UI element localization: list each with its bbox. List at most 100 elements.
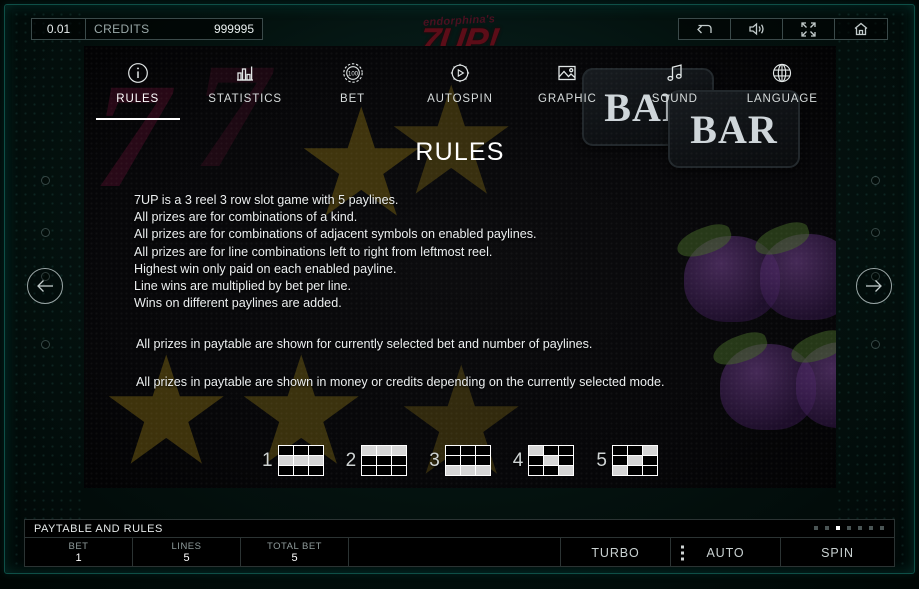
svg-text:100: 100 — [348, 72, 359, 78]
page-dot-active[interactable] — [836, 526, 840, 530]
bet-denomination-value: 0.01 — [32, 19, 86, 39]
spin-button[interactable]: SPIN — [781, 538, 894, 567]
tab-label: SOUND — [651, 93, 698, 105]
rail-marker — [41, 340, 50, 349]
list-item: Line wins are multiplied by bet per line… — [134, 279, 352, 294]
globe-icon — [771, 60, 793, 86]
page-title: RULES — [415, 138, 505, 166]
list-item: All prizes are for combinations of adjac… — [134, 227, 537, 242]
bet-value: 1 — [75, 552, 82, 564]
credit-display: 0.01 CREDITS 999995 — [31, 18, 263, 40]
lines-value: 5 — [183, 552, 190, 564]
casino-chip-icon: 100 — [342, 60, 364, 86]
home-button[interactable] — [835, 19, 887, 39]
rules-panel: 7 7 ★ ★ ★ ★ ★ BAR BAR RULES STATISTICS 1… — [84, 46, 836, 488]
lines-display[interactable]: LINES 5 — [133, 538, 241, 567]
page-dot[interactable] — [847, 526, 851, 530]
bottom-bar-controls: BET 1 LINES 5 TOTAL BET 5 TURBO AUTO SPI… — [25, 538, 894, 567]
rail-marker — [871, 176, 880, 185]
back-arrow-icon — [697, 24, 712, 33]
rail-marker — [41, 228, 50, 237]
payline-grid — [277, 445, 324, 476]
tab-label: BET — [340, 93, 366, 105]
rail-marker — [871, 340, 880, 349]
turbo-button[interactable]: TURBO — [561, 538, 671, 567]
rules-note: All prizes in paytable are shown in mone… — [136, 374, 665, 389]
payline-diagrams: 1 2 3 4 5 — [84, 445, 836, 476]
tab-graphic[interactable]: GRAPHIC — [514, 56, 621, 114]
tab-autospin[interactable]: AUTOSPIN — [406, 56, 513, 114]
list-item: Wins on different paylines are added. — [134, 296, 342, 311]
active-tab-underline — [95, 118, 180, 120]
back-button[interactable] — [679, 19, 731, 39]
next-page-button[interactable] — [856, 268, 892, 304]
page-dot[interactable] — [825, 526, 829, 530]
previous-page-button[interactable] — [27, 268, 63, 304]
arrow-right-icon — [866, 280, 882, 292]
fullscreen-button[interactable] — [783, 19, 835, 39]
image-icon — [556, 60, 578, 86]
autospin-gear-icon — [449, 60, 471, 86]
credits-value: 999995 — [213, 22, 254, 36]
payline-number: 4 — [512, 449, 524, 471]
top-bar: endorphina's 7UP! 0.01 CREDITS 999995 — [12, 10, 907, 61]
tab-rules[interactable]: RULES — [84, 56, 191, 120]
rules-content: RULES 7UP is a 3 reel 3 row slot game wi… — [84, 118, 836, 488]
sound-button[interactable] — [731, 19, 783, 39]
bet-label: BET — [68, 541, 89, 552]
info-circle-icon — [127, 60, 149, 86]
list-item: 7UP is a 3 reel 3 row slot game with 5 p… — [134, 193, 399, 207]
message-area — [349, 538, 561, 567]
payline-number: 2 — [345, 449, 357, 471]
tab-statistics[interactable]: STATISTICS — [191, 56, 298, 114]
paytable-title: PAYTABLE AND RULES — [34, 522, 163, 535]
payline-grid — [361, 445, 408, 476]
payline-number: 3 — [429, 449, 440, 471]
credits-label: CREDITS — [94, 22, 150, 36]
total-bet-display[interactable]: TOTAL BET 5 — [241, 538, 349, 567]
payline-item: 3 — [429, 445, 491, 476]
music-note-icon — [664, 60, 686, 86]
payline-grid — [611, 445, 658, 476]
game-screen: endorphina's 7UP! 0.01 CREDITS 999995 7 … — [0, 0, 919, 589]
bottom-bar-title-row: PAYTABLE AND RULES — [25, 520, 894, 538]
page-dot[interactable] — [858, 526, 862, 530]
tab-label: AUTOSPIN — [427, 93, 493, 105]
payline-grid — [444, 445, 491, 476]
settings-tabs: RULES STATISTICS 100 BET AUTOSPIN GRAPHI… — [84, 56, 836, 120]
tab-bet[interactable]: 100 BET — [299, 56, 406, 114]
total-bet-label: TOTAL BET — [266, 541, 322, 552]
rules-list: 7UP is a 3 reel 3 row slot game with 5 p… — [84, 192, 836, 312]
home-icon — [854, 22, 868, 36]
list-item: All prizes are for line combinations lef… — [134, 244, 493, 259]
list-item: Highest win only paid on each enabled pa… — [134, 261, 397, 276]
tab-label: LANGUAGE — [746, 93, 818, 105]
bet-display[interactable]: BET 1 — [25, 538, 133, 567]
page-indicator — [814, 526, 884, 530]
page-dot[interactable] — [814, 526, 818, 530]
payline-number: 1 — [262, 449, 273, 471]
auto-options-icon[interactable] — [681, 545, 684, 560]
tab-language[interactable]: LANGUAGE — [729, 56, 836, 114]
logo-brand-text: endorphina's — [423, 13, 496, 29]
list-item: All prizes are for combinations of a kin… — [134, 210, 358, 225]
page-dot[interactable] — [869, 526, 873, 530]
rules-note: All prizes in paytable are shown for cur… — [136, 337, 593, 352]
top-controls — [678, 18, 888, 40]
bar-chart-icon — [234, 60, 256, 86]
arrow-left-icon — [37, 280, 53, 292]
page-dot[interactable] — [880, 526, 884, 530]
tab-label: STATISTICS — [208, 93, 282, 105]
payline-number: 5 — [596, 449, 607, 471]
tab-label: RULES — [116, 93, 160, 105]
speaker-icon — [748, 22, 764, 36]
payline-item: 1 — [262, 445, 324, 476]
auto-button-label: AUTO — [706, 545, 745, 560]
bottom-bar: PAYTABLE AND RULES BET 1 LINES 5 TOTAL B… — [24, 519, 895, 567]
rail-marker — [871, 228, 880, 237]
lines-label: LINES — [171, 541, 202, 552]
payline-grid — [528, 445, 575, 476]
expand-icon — [801, 21, 816, 37]
auto-button[interactable]: AUTO — [671, 538, 781, 567]
tab-sound[interactable]: SOUND — [621, 56, 728, 114]
